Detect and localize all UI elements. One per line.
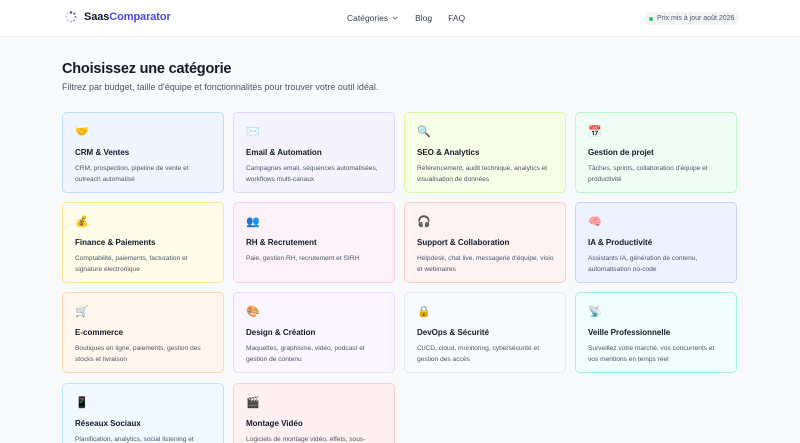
palette-icon: 🎨 — [246, 305, 260, 318]
category-description: Paie, gestion RH, recrutement et SIRH — [246, 255, 360, 262]
category-description: Helpdesk, chat live, messagerie d'équipe… — [417, 255, 554, 273]
category-name: CRM & Ventes — [75, 148, 130, 157]
logo-spinner-icon — [65, 11, 77, 23]
category-description: CI/CD, cloud, monitoring, cybersécurité … — [417, 345, 540, 363]
category-description: Boutiques en ligne, paiements, gestion d… — [75, 345, 201, 363]
main-nav: Catégories Blog FAQ — [347, 13, 465, 23]
category-card[interactable]: 💰 Finance & Paiements Comptabilité, paieme… — [62, 202, 224, 283]
category-card[interactable]: 📅 Gestion de projet Tâches, sprints, colla… — [575, 112, 737, 193]
category-description: Surveillez votre marché, vos concurrents… — [588, 345, 715, 363]
price-update-text: Prix mis à jour août 2026 — [657, 15, 735, 22]
nav-faq-label: FAQ — [448, 13, 466, 23]
category-description: Tâches, sprints, collaboration d'équipe … — [588, 165, 708, 183]
logo[interactable]: SaasComparator — [65, 11, 171, 23]
category-description: Assistants IA, génération de contenu, au… — [588, 255, 698, 273]
category-card[interactable]: 🎨 Design & Création Maquettes, graphisme, … — [233, 292, 395, 373]
category-name: DevOps & Sécurité — [417, 328, 490, 337]
category-name: Veille Professionnelle — [588, 328, 671, 337]
category-card[interactable]: 🤝 CRM & Ventes CRM, prospection, pipeline … — [62, 112, 224, 193]
category-description: Comptabilité, paiements, facturation et … — [75, 255, 188, 273]
page-subtitle: Filtrez par budget, taille d'équipe et f… — [62, 82, 379, 92]
logo-text-saas: Saas — [84, 11, 110, 23]
nav-categories-label: Catégories — [347, 13, 389, 23]
people-icon: 👥 — [246, 215, 260, 228]
category-name: Email & Automation — [246, 148, 322, 157]
category-name: Design & Création — [246, 328, 316, 337]
price-update-badge: Prix mis à jour août 2026 — [645, 12, 740, 25]
category-card[interactable]: 🔒 DevOps & Sécurité CI/CD, cloud, monitori… — [404, 292, 566, 373]
category-description: CRM, prospection, pipeline de vente et o… — [75, 165, 189, 183]
logo-text-comparator: Comparator — [109, 11, 171, 23]
category-name: E-commerce — [75, 328, 124, 337]
category-card[interactable]: 📡 Veille Professionnelle Surveillez votre … — [575, 292, 737, 373]
nav-blog-label: Blog — [415, 13, 433, 23]
nav-categories[interactable]: Catégories — [347, 13, 398, 23]
lock-icon: 🔒 — [417, 305, 431, 318]
nav-blog[interactable]: Blog — [415, 13, 432, 23]
brain-icon: 🧠 — [588, 215, 602, 228]
category-description: Référencement, audit technique, analytic… — [417, 165, 548, 183]
calendar-icon: 📅 — [588, 125, 602, 138]
category-name: Réseaux Sociaux — [75, 419, 141, 428]
satellite-dish-icon: 📡 — [588, 305, 602, 318]
category-name: IA & Productivité — [588, 238, 653, 247]
category-card[interactable]: 🔍 SEO & Analytics Référencement, audit tec… — [404, 112, 566, 193]
nav-faq[interactable]: FAQ — [448, 13, 465, 23]
category-card[interactable]: 🧠 IA & Productivité Assistants IA, générat… — [575, 202, 737, 283]
envelope-icon: ✉️ — [246, 125, 260, 138]
category-description: Maquettes, graphisme, vidéo, podcast et … — [246, 345, 365, 363]
category-name: Gestion de projet — [588, 148, 654, 157]
status-dot-icon — [649, 16, 653, 21]
category-card[interactable]: 🎧 Support & Collaboration Helpdesk, chat l… — [404, 202, 566, 283]
category-description: Campagnes email, séquences automatisées,… — [246, 165, 378, 183]
handshake-icon: 🤝 — [75, 125, 89, 138]
cart-icon: 🛒 — [75, 305, 89, 318]
category-card[interactable]: 🎬 Montage Vidéo Logiciels de montage vidéo… — [233, 383, 395, 443]
category-card[interactable]: 🛒 E-commerce Boutiques en ligne, paiements… — [62, 292, 224, 373]
magnifier-icon: 🔍 — [417, 125, 431, 138]
category-name: Support & Collaboration — [417, 238, 510, 247]
page-title: Choisissez une catégorie — [62, 61, 232, 77]
site-header: SaasComparator Catégories Blog FAQ Prix … — [0, 0, 800, 37]
category-description: Logiciels de montage vidéo, effets, sous… — [246, 436, 366, 443]
chevron-down-icon — [392, 16, 398, 20]
category-card[interactable]: 📱 Réseaux Sociaux Planification, analytics… — [62, 383, 224, 443]
category-card[interactable]: ✉️ Email & Automation Campagnes email, séq… — [233, 112, 395, 193]
category-name: SEO & Analytics — [417, 148, 480, 157]
money-bag-icon: 💰 — [75, 215, 89, 228]
category-name: RH & Recrutement — [246, 238, 317, 247]
clapper-board-icon: 🎬 — [246, 396, 260, 409]
category-card[interactable]: 👥 RH & Recrutement Paie, gestion RH, recru… — [233, 202, 395, 283]
headphones-icon: 🎧 — [417, 215, 431, 228]
category-name: Finance & Paiements — [75, 238, 156, 247]
mobile-phone-icon: 📱 — [75, 396, 89, 409]
category-description: Planification, analytics, social listeni… — [75, 436, 194, 443]
logo-text: SaasComparator — [84, 11, 171, 23]
category-name: Montage Vidéo — [246, 419, 303, 428]
